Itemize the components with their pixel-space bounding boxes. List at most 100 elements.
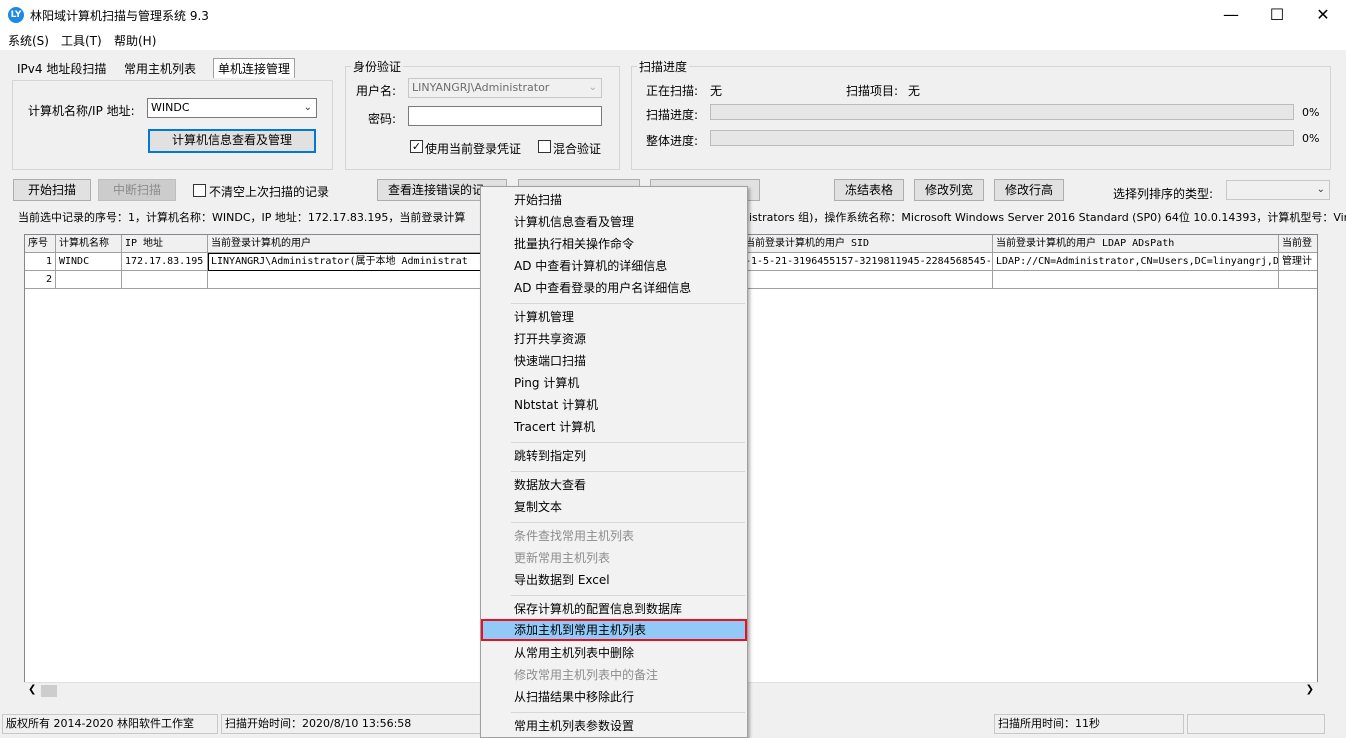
password-label: 密码: bbox=[368, 112, 397, 126]
host-label: 计算机名称/IP 地址: bbox=[28, 104, 135, 118]
ctx-ad-user-details[interactable]: AD 中查看登录的用户名详细信息 bbox=[481, 277, 747, 299]
host-combobox[interactable]: WINDC ⌄ bbox=[147, 98, 317, 118]
scrollbar-thumb[interactable] bbox=[41, 685, 57, 697]
ctx-add-to-common-hosts[interactable]: 添加主机到常用主机列表 bbox=[481, 619, 747, 641]
table-cell[interactable] bbox=[56, 271, 122, 289]
window-title: 林阳域计算机扫描与管理系统 9.3 bbox=[30, 9, 209, 23]
sort-type-combobox[interactable]: ⌄ bbox=[1226, 180, 1330, 200]
stop-scan-button[interactable]: 中断扫描 bbox=[98, 179, 176, 201]
table-cell[interactable]: 2 bbox=[25, 271, 56, 289]
ctx-remove-from-common-hosts[interactable]: 从常用主机列表中删除 bbox=[481, 642, 747, 664]
sort-type-label: 选择列排序的类型: bbox=[1113, 187, 1214, 201]
table-cell[interactable] bbox=[993, 271, 1279, 289]
table-cell-selected[interactable]: LINYANGRJ\Administrator(属于本地 Administrat bbox=[208, 253, 488, 271]
menu-separator bbox=[511, 712, 745, 713]
scroll-left-icon[interactable]: ❮ bbox=[28, 684, 36, 695]
column-header[interactable]: 计算机名称 bbox=[56, 235, 122, 253]
computer-info-button[interactable]: 计算机信息查看及管理 bbox=[148, 129, 316, 153]
menu-separator bbox=[511, 442, 745, 443]
table-cell[interactable]: 1 bbox=[25, 253, 56, 271]
ctx-ad-computer-details[interactable]: AD 中查看计算机的详细信息 bbox=[481, 255, 747, 277]
ctx-tracert[interactable]: Tracert 计算机 bbox=[481, 416, 747, 438]
close-button[interactable]: ✕ bbox=[1300, 0, 1346, 30]
context-menu: 开始扫描 计算机信息查看及管理 批量执行相关操作命令 AD 中查看计算机的详细信… bbox=[480, 186, 748, 738]
row-height-button[interactable]: 修改行高 bbox=[994, 179, 1064, 201]
column-header[interactable]: 当前登录计算机的用户 bbox=[208, 235, 488, 253]
column-header[interactable]: 当前登录计算机的用户 LDAP ADsPath bbox=[993, 235, 1279, 253]
ctx-port-scan[interactable]: 快速端口扫描 bbox=[481, 350, 747, 372]
scroll-right-icon[interactable]: ❯ bbox=[1306, 684, 1314, 695]
freeze-table-button[interactable]: 冻结表格 bbox=[834, 179, 904, 201]
column-width-button[interactable]: 修改列宽 bbox=[914, 179, 984, 201]
mixed-auth-checkbox[interactable] bbox=[538, 140, 551, 153]
ctx-zoom-data[interactable]: 数据放大查看 bbox=[481, 474, 747, 496]
auth-title: 身份验证 bbox=[351, 58, 404, 75]
ctx-ping[interactable]: Ping 计算机 bbox=[481, 372, 747, 394]
menu-separator bbox=[511, 471, 745, 472]
column-header[interactable]: 当前登 bbox=[1279, 235, 1317, 253]
tab-single-connection[interactable]: 单机连接管理 bbox=[213, 58, 296, 78]
ctx-open-shares[interactable]: 打开共享资源 bbox=[481, 328, 747, 350]
tab-ipv4-scan[interactable]: IPv4 地址段扫描 bbox=[17, 60, 106, 77]
table-cell[interactable]: LDAP://CN=Administrator,CN=Users,DC=liny… bbox=[993, 253, 1279, 271]
ctx-update-common-hosts[interactable]: 更新常用主机列表 bbox=[481, 547, 747, 569]
scan-elapsed-time: 扫描所用时间：11秒 bbox=[994, 714, 1184, 734]
minimize-button[interactable]: — bbox=[1208, 0, 1254, 30]
table-cell[interactable]: -1-5-21-3196455157-3219811945-2284568545… bbox=[742, 253, 993, 271]
ctx-edit-host-note[interactable]: 修改常用主机列表中的备注 bbox=[481, 664, 747, 686]
start-scan-button[interactable]: 开始扫描 bbox=[13, 179, 91, 201]
ctx-jump-to-column[interactable]: 跳转到指定列 bbox=[481, 445, 747, 467]
overall-progress-label: 整体进度: bbox=[646, 134, 699, 148]
username-value: LINYANGRJ\Administrator bbox=[412, 81, 550, 94]
record-info-left: 当前选中记录的序号：1，计算机名称：WINDC，IP 地址：172.17.83.… bbox=[18, 211, 466, 224]
use-current-checkbox[interactable]: ✓ bbox=[410, 140, 423, 153]
ctx-remove-row[interactable]: 从扫描结果中移除此行 bbox=[481, 686, 747, 708]
password-field[interactable] bbox=[408, 106, 602, 126]
ctx-export-excel[interactable]: 导出数据到 Excel bbox=[481, 569, 747, 591]
menu-help[interactable]: 帮助(H) bbox=[114, 32, 156, 49]
column-header[interactable]: 序号 bbox=[25, 235, 56, 253]
overall-progress-percent: 0% bbox=[1302, 132, 1320, 145]
table-cell[interactable] bbox=[1279, 271, 1317, 289]
ctx-batch-commands[interactable]: 批量执行相关操作命令 bbox=[481, 233, 747, 255]
scanning-value: 无 bbox=[710, 84, 723, 98]
username-label: 用户名: bbox=[356, 84, 397, 98]
scanning-label: 正在扫描: bbox=[646, 84, 699, 98]
ctx-find-common-hosts[interactable]: 条件查找常用主机列表 bbox=[481, 525, 747, 547]
menu-bar bbox=[0, 30, 1346, 50]
ctx-copy-text[interactable]: 复制文本 bbox=[481, 496, 747, 518]
ctx-nbtstat[interactable]: Nbtstat 计算机 bbox=[481, 394, 747, 416]
scan-progress-label: 扫描进度: bbox=[646, 108, 699, 122]
maximize-button[interactable]: ☐ bbox=[1254, 0, 1300, 30]
tab-common-hosts[interactable]: 常用主机列表 bbox=[124, 60, 196, 77]
host-value: WINDC bbox=[151, 101, 190, 114]
username-combobox[interactable]: LINYANGRJ\Administrator ⌄ bbox=[408, 78, 602, 98]
use-current-label: 使用当前登录凭证 bbox=[425, 142, 522, 156]
ctx-start-scan[interactable]: 开始扫描 bbox=[481, 189, 747, 211]
scan-item-value: 无 bbox=[908, 84, 921, 98]
table-cell[interactable] bbox=[208, 271, 488, 289]
chevron-down-icon[interactable]: ⌄ bbox=[1317, 184, 1325, 195]
menu-system[interactable]: 系统(S) bbox=[8, 32, 49, 49]
progress-title: 扫描进度 bbox=[637, 58, 690, 75]
table-cell[interactable]: 172.17.83.195 bbox=[122, 253, 208, 271]
table-cell[interactable] bbox=[742, 271, 993, 289]
scan-progress-bar bbox=[710, 104, 1294, 120]
menu-separator bbox=[511, 303, 745, 304]
chevron-down-icon[interactable]: ⌄ bbox=[304, 102, 312, 113]
table-cell[interactable]: WINDC bbox=[56, 253, 122, 271]
ctx-save-config-db[interactable]: 保存计算机的配置信息到数据库 bbox=[481, 598, 747, 620]
chevron-down-icon[interactable]: ⌄ bbox=[589, 82, 597, 93]
column-header[interactable]: 当前登录计算机的用户 SID bbox=[742, 235, 993, 253]
copyright-text: 版权所有 2014-2020 林阳软件工作室 bbox=[2, 714, 218, 734]
ctx-computer-info[interactable]: 计算机信息查看及管理 bbox=[481, 211, 747, 233]
scan-item-label: 扫描项目: bbox=[846, 84, 899, 98]
table-cell[interactable] bbox=[122, 271, 208, 289]
column-header[interactable]: IP 地址 bbox=[122, 235, 208, 253]
menu-tools[interactable]: 工具(T) bbox=[61, 32, 102, 49]
table-cell[interactable]: 管理计 bbox=[1279, 253, 1317, 271]
record-info-right: nistrators 组)，操作系统名称：Microsoft Windows S… bbox=[742, 211, 1346, 224]
keep-records-checkbox[interactable] bbox=[193, 184, 206, 197]
ctx-common-host-settings[interactable]: 常用主机列表参数设置 bbox=[481, 715, 747, 737]
ctx-computer-management[interactable]: 计算机管理 bbox=[481, 306, 747, 328]
